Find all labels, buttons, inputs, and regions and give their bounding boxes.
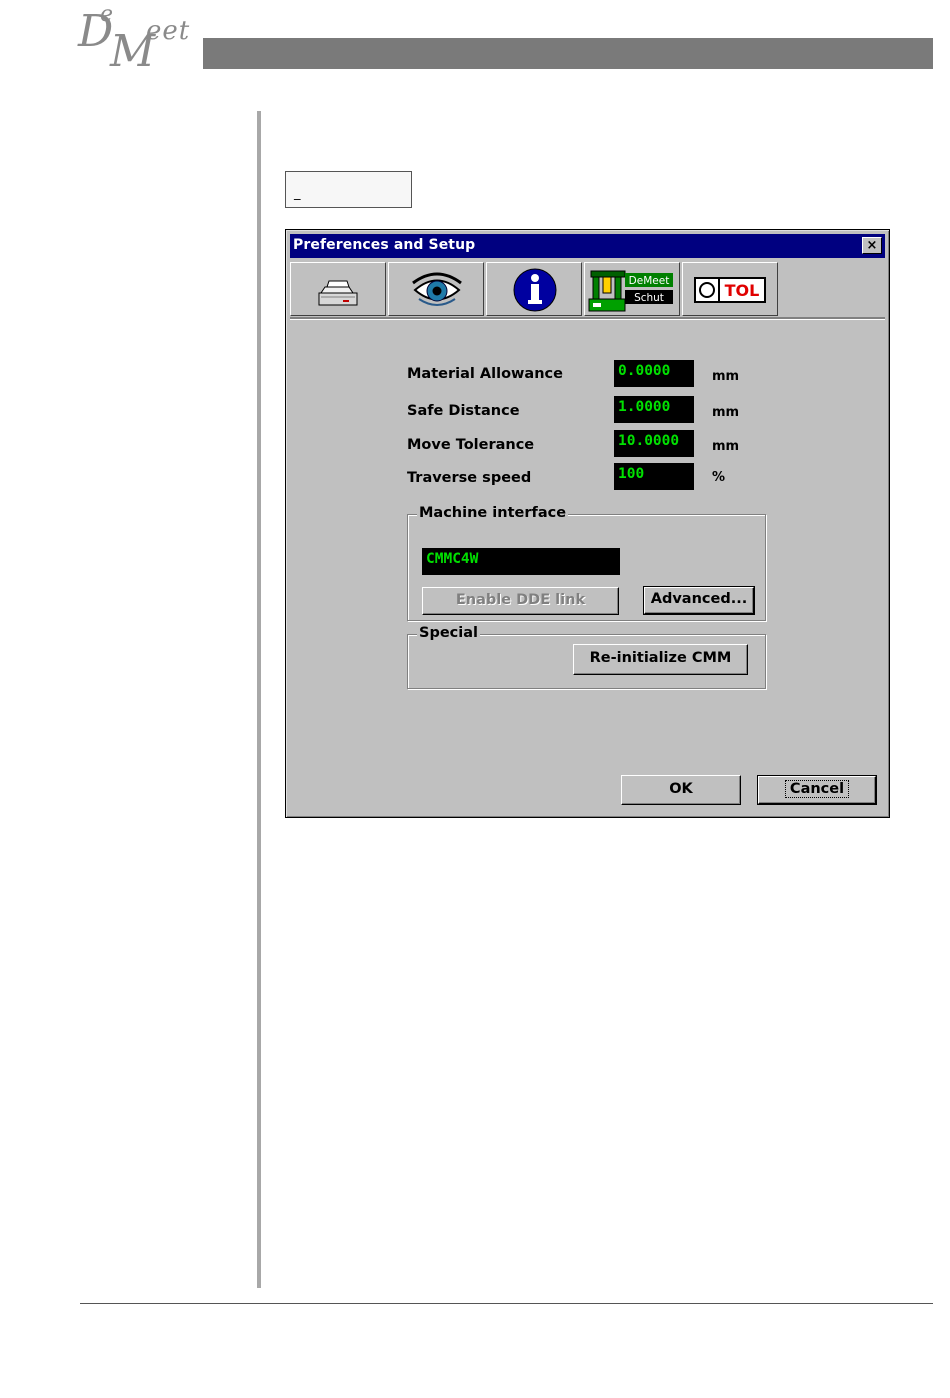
tol-text: TOL (725, 281, 760, 300)
move-tolerance-input[interactable]: 10.0000 (614, 430, 694, 457)
move-tolerance-label: Move Tolerance (407, 437, 535, 453)
tolerance-icon: TOL (694, 277, 766, 303)
dialog-title: Preferences and Setup (293, 237, 476, 253)
header-bar (203, 38, 933, 69)
material-allowance-input[interactable]: 0.0000 (614, 360, 694, 387)
demeet-logo: D e M eet (78, 2, 191, 77)
preferences-dialog: Preferences and Setup × DeMeet Schut TOL… (285, 229, 890, 818)
cmm-machine-icon: DeMeet Schut (588, 270, 673, 312)
special-title: Special (417, 625, 480, 641)
tab-printer[interactable] (290, 262, 386, 316)
traverse-speed-label: Traverse speed (407, 470, 532, 486)
tab-machine[interactable]: DeMeet Schut (584, 262, 680, 316)
tab-info[interactable] (486, 262, 582, 316)
close-button[interactable]: × (862, 237, 882, 254)
info-icon (513, 268, 557, 312)
traverse-speed-unit: % (712, 470, 726, 485)
stub-box-text: _ (294, 186, 301, 201)
tab-tolerance[interactable]: TOL (682, 262, 778, 316)
tab-panel-edge (290, 317, 885, 320)
cancel-button-label: Cancel (784, 780, 850, 798)
machine-interface-input[interactable]: CMMC4W (422, 548, 620, 575)
tab-view[interactable] (388, 262, 484, 316)
safe-distance-input[interactable]: 1.0000 (614, 396, 694, 423)
move-tolerance-unit: mm (712, 439, 740, 454)
traverse-speed-input[interactable]: 100 (614, 463, 694, 490)
enable-dde-link-button[interactable]: Enable DDE link (422, 587, 619, 615)
eye-icon (412, 272, 462, 306)
safe-distance-label: Safe Distance (407, 403, 520, 419)
machine-interface-title: Machine interface (417, 505, 569, 521)
safe-distance-unit: mm (712, 405, 740, 420)
material-allowance-unit: mm (712, 369, 740, 384)
advanced-button[interactable]: Advanced... (643, 586, 755, 615)
close-icon: × (866, 238, 878, 253)
material-allowance-label: Material Allowance (407, 366, 563, 382)
dialog-titlebar[interactable]: Preferences and Setup × (290, 234, 885, 258)
ok-button[interactable]: OK (621, 775, 741, 805)
schut-badge: Schut (634, 292, 664, 304)
reinitialize-cmm-button[interactable]: Re-initialize CMM (573, 644, 748, 675)
stub-box: _ (285, 171, 412, 208)
cancel-button[interactable]: Cancel (757, 775, 877, 805)
margin-rule (257, 111, 261, 1288)
printer-icon (318, 280, 358, 306)
tab-strip: DeMeet Schut TOL (290, 262, 885, 318)
footer-rule (80, 1303, 933, 1304)
demeet-badge: DeMeet (629, 275, 670, 287)
